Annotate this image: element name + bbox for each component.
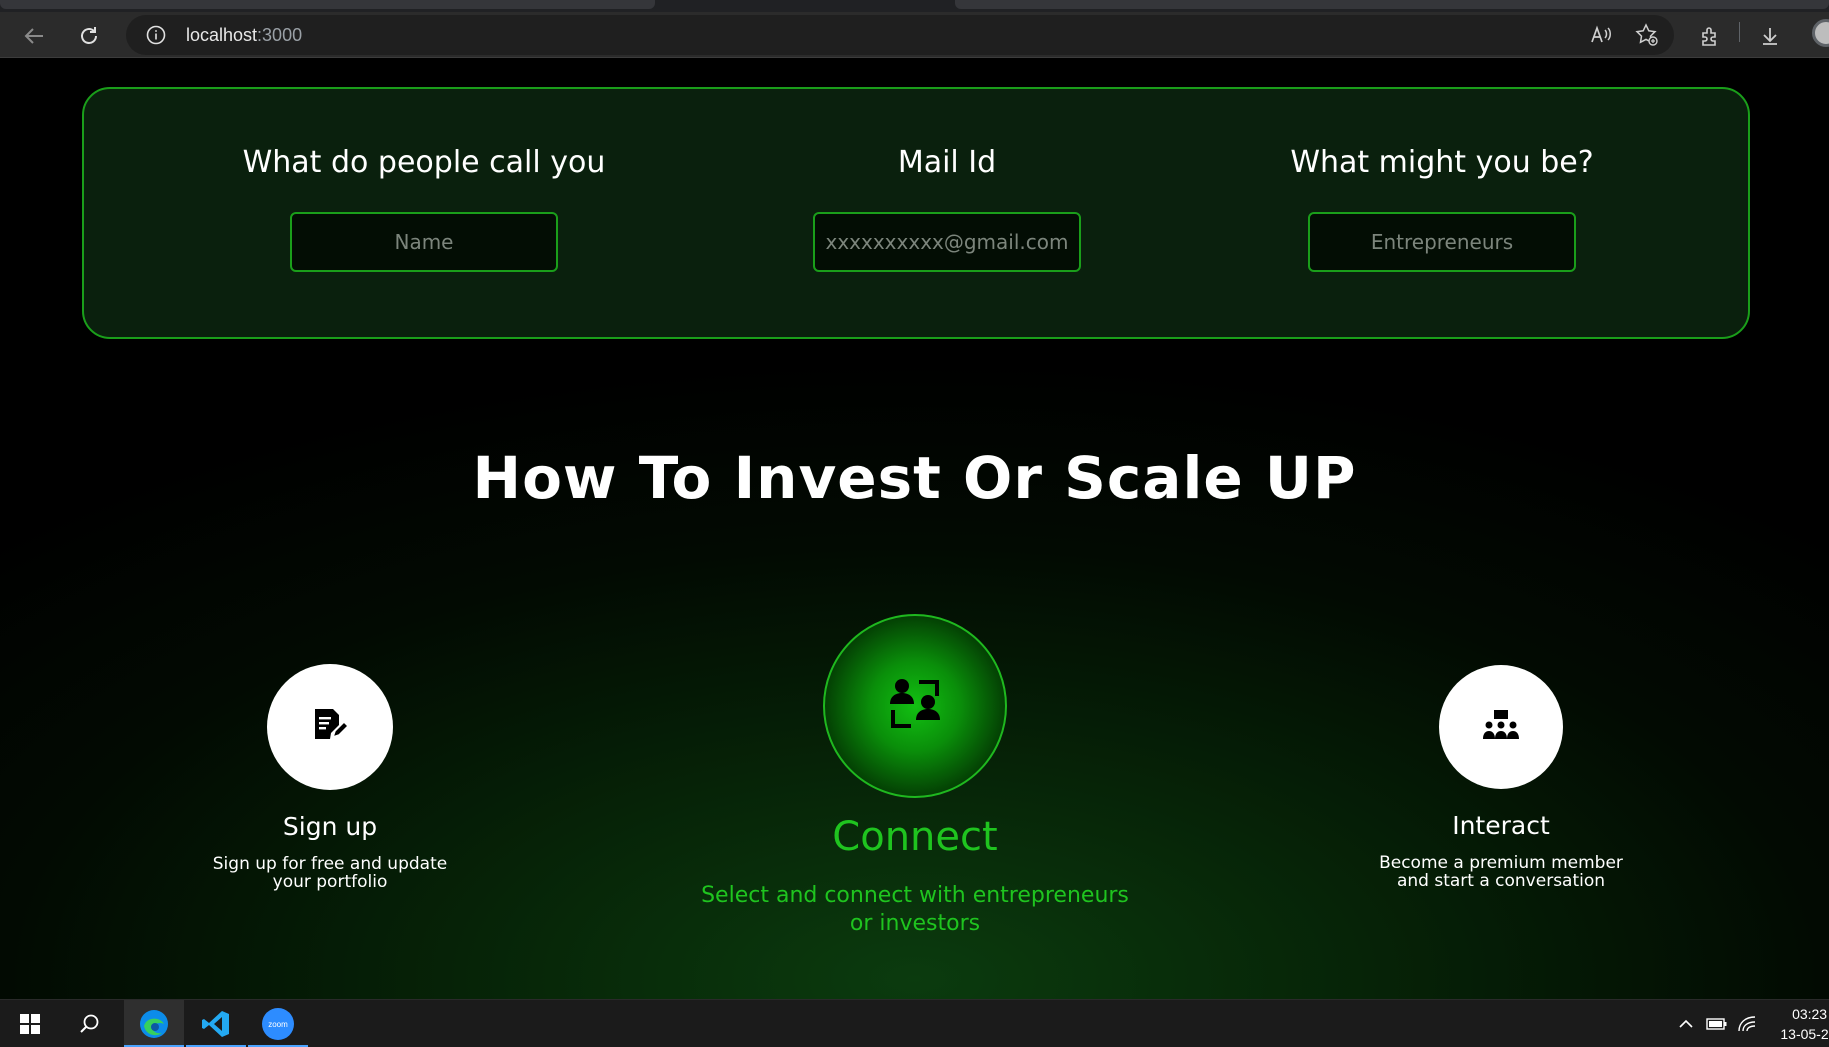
group-presentation-icon bbox=[1482, 709, 1520, 746]
step-desc-line2: or investors bbox=[849, 911, 981, 936]
role-input[interactable] bbox=[1308, 212, 1576, 272]
name-input[interactable] bbox=[290, 212, 558, 272]
browser-tab[interactable] bbox=[0, 0, 655, 9]
mail-field-group: Mail Id bbox=[737, 89, 1157, 272]
chevron-up-icon[interactable] bbox=[1674, 1000, 1698, 1047]
page-content: What do people call you Mail Id What mig… bbox=[0, 59, 1829, 999]
url-host: localhost bbox=[186, 25, 258, 45]
zoom-icon[interactable]: zoom bbox=[248, 1000, 308, 1047]
url-text: localhost:3000 bbox=[186, 25, 302, 46]
step-connect: Connect Select and connect with entrepre… bbox=[665, 614, 1165, 938]
name-field-group: What do people call you bbox=[214, 89, 634, 272]
people-exchange-icon bbox=[885, 676, 945, 737]
reload-icon[interactable] bbox=[74, 21, 104, 51]
interact-icon-circle[interactable] bbox=[1439, 665, 1563, 789]
signup-form-card: What do people call you Mail Id What mig… bbox=[82, 87, 1750, 339]
download-icon[interactable] bbox=[1755, 21, 1785, 51]
browser-tab[interactable] bbox=[955, 0, 1829, 9]
wifi-icon[interactable] bbox=[1734, 1000, 1760, 1047]
step-desc-line2: and start a conversation bbox=[1396, 871, 1606, 891]
step-title: Sign up bbox=[282, 812, 378, 841]
windows-taskbar: zoom 03:23 PM 13-05-2024 bbox=[0, 999, 1829, 1047]
edge-icon[interactable] bbox=[124, 1000, 184, 1047]
mail-label: Mail Id bbox=[897, 145, 997, 180]
url-port: :3000 bbox=[257, 25, 303, 45]
document-edit-icon bbox=[313, 707, 350, 748]
battery-icon[interactable] bbox=[1704, 1000, 1730, 1047]
step-title: Connect bbox=[832, 814, 998, 860]
step-title: Interact bbox=[1452, 811, 1550, 840]
name-label: What do people call you bbox=[242, 145, 606, 180]
address-bar[interactable]: localhost:3000 bbox=[126, 15, 1674, 55]
clock-date: 13-05-2024 bbox=[1780, 1026, 1829, 1042]
tab-strip bbox=[0, 0, 1829, 12]
step-desc-line1: Become a premium member bbox=[1379, 853, 1623, 873]
favorite-icon[interactable] bbox=[1634, 22, 1660, 48]
role-field-group: What might you be? bbox=[1232, 89, 1652, 272]
step-desc-line1: Sign up for free and update bbox=[212, 854, 448, 874]
browser-toolbar: localhost:3000 bbox=[0, 12, 1829, 58]
step-sign-up: Sign up Sign up for free and update your… bbox=[180, 664, 480, 891]
step-desc-line2: your portfolio bbox=[272, 872, 388, 892]
connect-icon-circle[interactable] bbox=[823, 614, 1007, 798]
vscode-icon[interactable] bbox=[186, 1000, 246, 1047]
read-aloud-icon[interactable] bbox=[1588, 22, 1614, 48]
mail-input[interactable] bbox=[813, 212, 1081, 272]
back-arrow-icon[interactable] bbox=[19, 21, 49, 51]
system-clock[interactable]: 03:23 PM 13-05-2024 bbox=[1762, 1004, 1829, 1044]
section-heading: How To Invest Or Scale UP bbox=[472, 444, 1357, 512]
zoom-label: zoom bbox=[262, 1008, 294, 1040]
info-icon[interactable] bbox=[146, 25, 166, 50]
step-interact: Interact Become a premium member and sta… bbox=[1351, 665, 1651, 890]
toolbar-separator bbox=[1739, 22, 1740, 42]
windows-start-icon[interactable] bbox=[0, 1000, 60, 1047]
clock-time: 03:23 PM bbox=[1792, 1006, 1829, 1022]
role-label: What might you be? bbox=[1290, 145, 1594, 180]
step-desc-line1: Select and connect with entrepreneurs bbox=[701, 883, 1129, 908]
extensions-icon[interactable] bbox=[1695, 21, 1725, 51]
sign-up-icon-circle[interactable] bbox=[267, 664, 393, 790]
search-icon[interactable] bbox=[60, 1000, 120, 1047]
